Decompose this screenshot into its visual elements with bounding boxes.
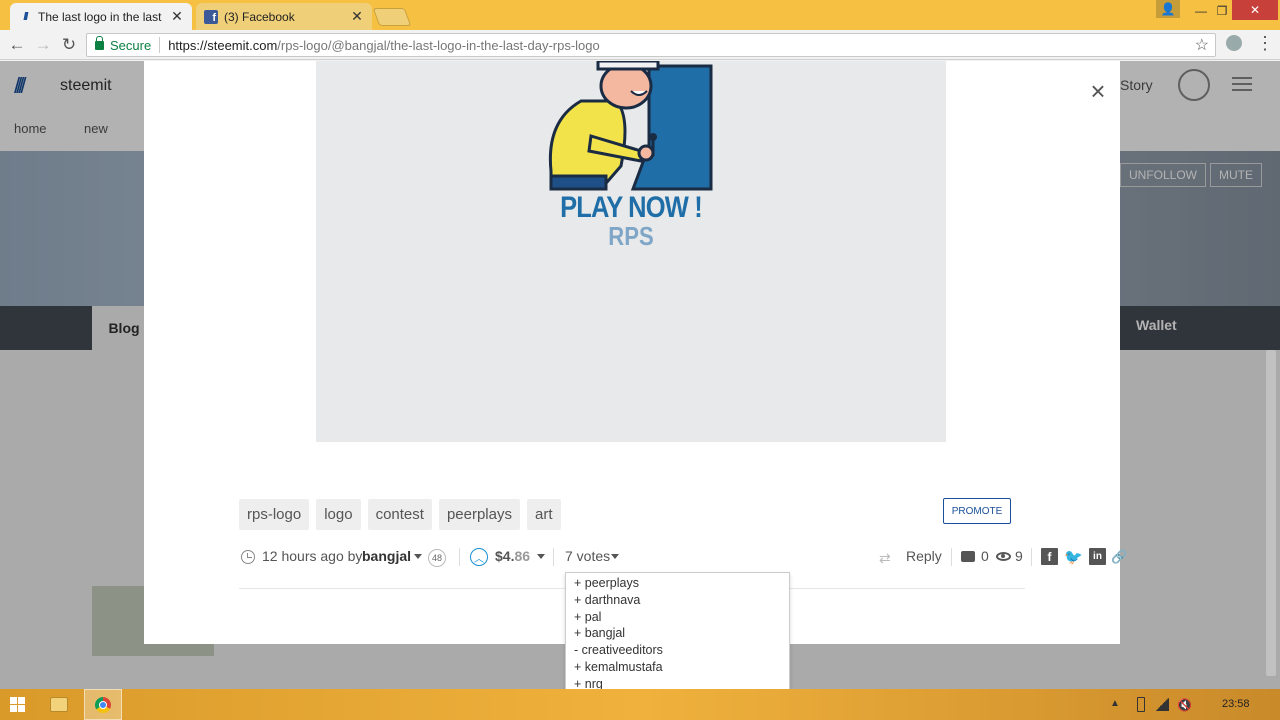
browser-toolbar: ← → ↻ Secure https://steemit.com/rps-log… xyxy=(0,30,1280,60)
page-scrollbar[interactable] xyxy=(1266,350,1276,676)
tag-rps-logo[interactable]: rps-logo xyxy=(239,499,310,530)
comment-icon[interactable] xyxy=(961,551,975,562)
image-subline: RPS xyxy=(608,221,654,251)
tray-chevron-up-icon[interactable]: ▲ xyxy=(1110,698,1120,709)
browser-menu-icon[interactable]: ⋮ xyxy=(1256,34,1274,52)
forward-arrow-icon[interactable]: → xyxy=(32,34,54,56)
clock-icon xyxy=(241,550,255,564)
taskbar-clock[interactable]: 23:58 xyxy=(1222,698,1250,710)
post-time[interactable]: 12 hours ago by xyxy=(262,548,362,564)
user-profile-icon[interactable]: 👤 xyxy=(1156,0,1180,18)
image-headline: PLAY NOW ! xyxy=(560,191,703,224)
linkedin-share-icon[interactable]: in xyxy=(1089,548,1106,565)
voter-item[interactable]: + kemalmustafa xyxy=(574,659,789,676)
voter-item[interactable]: + peerplays xyxy=(574,575,789,592)
post-image: PLAY NOW ! RPS xyxy=(316,61,946,442)
voter-item[interactable]: - creativeeditors xyxy=(574,642,789,659)
reblog-icon[interactable]: ⇄ xyxy=(879,550,891,567)
close-tab-icon[interactable]: ✕ xyxy=(170,8,184,25)
reply-link[interactable]: Reply xyxy=(906,548,942,564)
windows-start-icon[interactable] xyxy=(10,697,25,712)
battery-icon[interactable] xyxy=(1137,697,1145,712)
tag-contest[interactable]: contest xyxy=(367,499,432,530)
close-tab-icon[interactable]: ✕ xyxy=(350,8,364,25)
post-modal: × PLAY NOW ! RPS rps-logo logo contest p… xyxy=(144,61,1128,644)
tab-title: (3) Facebook xyxy=(224,9,295,24)
close-window-button[interactable]: ✕ xyxy=(1232,0,1278,20)
view-count: 9 xyxy=(1015,548,1023,564)
divider xyxy=(951,548,952,566)
eye-icon xyxy=(996,552,1011,561)
url-host: https://steemit.com xyxy=(168,37,278,53)
chrome-taskbar-button[interactable] xyxy=(84,689,122,720)
extension-icon[interactable] xyxy=(1226,35,1242,51)
back-arrow-icon[interactable]: ← xyxy=(6,34,28,56)
windows-taskbar: ▲ 🔇 23:58 xyxy=(0,689,1280,720)
address-bar[interactable]: Secure https://steemit.com/rps-logo/@ban… xyxy=(86,33,1216,57)
voter-item[interactable]: + darthnava xyxy=(574,592,789,609)
post-footer: 12 hours ago by bangjal 48 ︿ $4.86 7 vot… xyxy=(239,541,1128,571)
tab-facebook[interactable]: f (3) Facebook ✕ xyxy=(196,3,372,30)
url-separator xyxy=(159,37,161,53)
votes-dropdown: + peerplays + darthnava + pal + bangjal … xyxy=(565,572,790,691)
voter-item[interactable]: + bangjal xyxy=(574,625,789,642)
chrome-icon xyxy=(95,697,111,713)
link-icon[interactable]: 🔗 xyxy=(1111,548,1128,565)
divider xyxy=(553,548,554,566)
divider xyxy=(459,548,460,566)
close-icon[interactable]: × xyxy=(1086,78,1110,104)
tag-art[interactable]: art xyxy=(526,499,561,530)
facebook-share-icon[interactable]: f xyxy=(1041,548,1058,565)
chevron-down-icon[interactable] xyxy=(414,554,422,559)
divider xyxy=(1031,548,1032,566)
url-path: /rps-logo/@bangjal/the-last-logo-in-the-… xyxy=(277,37,600,53)
tab-title: The last logo in the last d xyxy=(38,9,164,24)
upvote-icon[interactable]: ︿ xyxy=(470,548,488,566)
chevron-down-icon[interactable] xyxy=(537,554,545,559)
reputation-badge: 48 xyxy=(428,549,446,567)
bookmark-star-icon[interactable]: ☆ xyxy=(1195,35,1209,55)
tag-peerplays[interactable]: peerplays xyxy=(438,499,520,530)
network-signal-icon[interactable] xyxy=(1155,698,1169,711)
payout-amount[interactable]: $4.86 xyxy=(495,548,530,564)
comment-count: 0 xyxy=(981,548,989,564)
reload-icon[interactable]: ↻ xyxy=(58,34,80,56)
facebook-favicon-icon: f xyxy=(204,9,218,24)
tab-steemit-post[interactable]: /// The last logo in the last d ✕ xyxy=(10,3,192,30)
author-link[interactable]: bangjal xyxy=(362,548,411,564)
file-explorer-icon[interactable] xyxy=(50,697,68,712)
secure-label: Secure xyxy=(110,37,152,53)
lock-icon xyxy=(95,35,104,50)
tag-logo[interactable]: logo xyxy=(316,499,361,530)
new-tab-button[interactable] xyxy=(372,8,412,26)
twitter-share-icon[interactable]: 🐦 xyxy=(1064,548,1083,566)
steemit-icon: /// xyxy=(23,10,28,23)
volume-icon[interactable]: 🔇 xyxy=(1177,698,1192,712)
tag-list: rps-logo logo contest peerplays art xyxy=(239,499,561,530)
votes-toggle[interactable]: 7 votes xyxy=(565,548,610,564)
promote-button[interactable]: PROMOTE xyxy=(943,498,1011,524)
browser-titlebar: /// The last logo in the last d ✕ f (3) … xyxy=(0,0,1280,30)
voter-item[interactable]: + pal xyxy=(574,609,789,626)
chevron-down-icon[interactable] xyxy=(611,554,619,559)
